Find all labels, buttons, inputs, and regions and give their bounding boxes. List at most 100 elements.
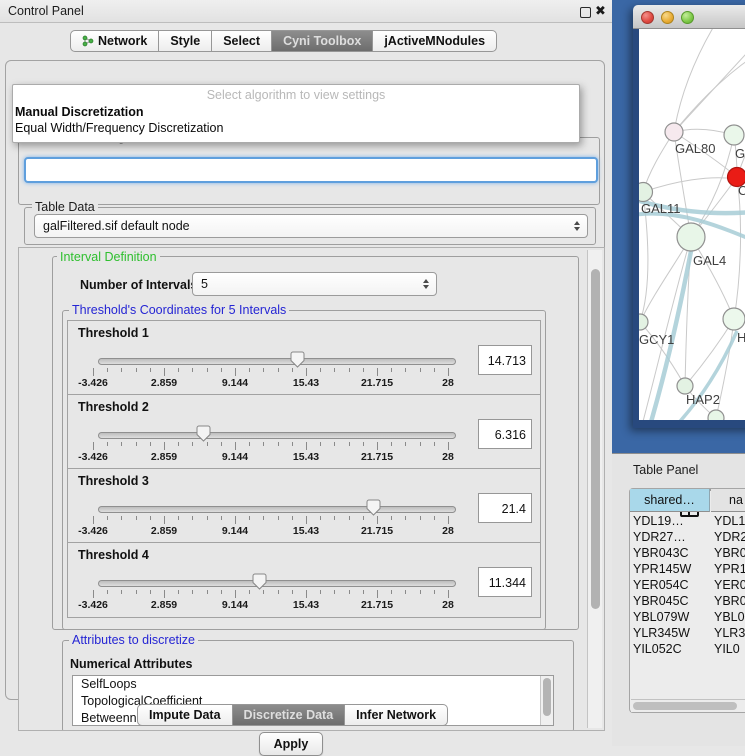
- node-gal4[interactable]: [677, 223, 705, 251]
- tab-label: Network: [98, 31, 147, 51]
- bottom-tab-bar: Impute Data Discretize Data Infer Networ…: [137, 704, 448, 726]
- tick-mark: [420, 368, 421, 372]
- threshold-value-field[interactable]: 14.713: [478, 345, 532, 375]
- combo-arrows-icon: [570, 221, 584, 231]
- tick-label: 2.859: [151, 377, 177, 389]
- tick-mark: [178, 368, 179, 372]
- table-data-combo[interactable]: galFiltered.sif default node: [34, 214, 588, 238]
- slider-track[interactable]: [98, 580, 456, 587]
- slider-track[interactable]: [98, 358, 456, 365]
- tick-mark: [150, 442, 151, 446]
- tab-jactivemnodules[interactable]: jActiveMNodules: [373, 30, 497, 52]
- network-graph: GAL80 GA C GAL11 GAL4 GCY1 H HAP2: [639, 29, 745, 420]
- tick-mark: [150, 368, 151, 372]
- attributes-group-label: Attributes to discretize: [69, 633, 198, 647]
- tick-mark: [164, 442, 165, 450]
- tick-mark: [391, 368, 392, 372]
- float-window-icon[interactable]: [580, 7, 591, 18]
- tick-mark: [221, 368, 222, 372]
- tick-mark: [320, 442, 321, 446]
- number-of-intervals-combo[interactable]: 5: [192, 272, 437, 296]
- node-label: HAP2: [686, 392, 720, 407]
- slider-thumb[interactable]: [366, 499, 381, 516]
- zoom-traffic-light-icon[interactable]: [681, 11, 694, 24]
- node-label: H: [737, 330, 745, 345]
- tick-mark: [448, 442, 449, 450]
- column-header-name[interactable]: na: [711, 489, 745, 491]
- tick-mark: [391, 516, 392, 520]
- apply-button[interactable]: Apply: [259, 732, 323, 756]
- slider-track[interactable]: [98, 432, 456, 439]
- tick-mark: [150, 590, 151, 594]
- menu-item-equal-width-frequency[interactable]: Equal Width/Frequency Discretization: [15, 121, 223, 135]
- threshold-value-field[interactable]: 11.344: [478, 567, 532, 597]
- tick-mark: [207, 516, 208, 520]
- tick-mark: [249, 516, 250, 520]
- tick-mark: [121, 368, 122, 372]
- node-label: GAL4: [693, 253, 726, 268]
- top-tab-bar: Network Style Select Cyni Toolbox jActiv…: [70, 30, 497, 52]
- node-gcy1[interactable]: [639, 314, 648, 330]
- tick-mark: [221, 442, 222, 446]
- tab-label: Style: [170, 31, 200, 51]
- vertical-scrollbar[interactable]: [587, 250, 602, 728]
- list-scrollbar[interactable]: [540, 676, 553, 725]
- tab-discretize-data[interactable]: Discretize Data: [233, 704, 346, 726]
- tick-label: 2.859: [151, 451, 177, 463]
- threshold-value-field[interactable]: 6.316: [478, 419, 532, 449]
- network-view-window[interactable]: GAL80 GA C GAL11 GAL4 GCY1 H HAP2: [633, 5, 745, 428]
- network-window-titlebar[interactable]: [633, 5, 745, 29]
- tab-impute-data[interactable]: Impute Data: [137, 704, 233, 726]
- tick-mark: [192, 516, 193, 520]
- tick-mark: [363, 368, 364, 372]
- tick-mark: [263, 368, 264, 372]
- number-of-intervals-value: 5: [193, 277, 419, 291]
- node-gal80[interactable]: [665, 123, 683, 141]
- list-item[interactable]: SelfLoops: [73, 676, 553, 693]
- column-header-shared[interactable]: shared…: [630, 489, 710, 491]
- slider-thumb[interactable]: [290, 351, 305, 368]
- tick-mark: [434, 442, 435, 446]
- tick-mark: [93, 368, 94, 376]
- threshold-value-field[interactable]: 21.4: [478, 493, 532, 523]
- threshold-row: Threshold 3 -3.4262.8599.14415.4321.7152…: [67, 468, 541, 544]
- tick-mark: [377, 516, 378, 524]
- node-bottom-partial[interactable]: [708, 410, 724, 420]
- tick-mark: [292, 368, 293, 372]
- algorithm-combo[interactable]: [24, 157, 598, 183]
- vertical-scrollbar-thumb[interactable]: [591, 269, 600, 609]
- tick-mark: [405, 590, 406, 594]
- tick-mark: [107, 516, 108, 520]
- tick-label: 15.43: [293, 377, 319, 389]
- tab-select[interactable]: Select: [212, 30, 272, 52]
- node-h[interactable]: [723, 308, 745, 330]
- node-top-right[interactable]: [724, 125, 744, 145]
- menu-item-manual-discretization[interactable]: Manual Discretization: [15, 105, 144, 119]
- tick-mark: [107, 442, 108, 446]
- tick-label: 21.715: [361, 525, 393, 537]
- slider-thumb[interactable]: [196, 425, 211, 442]
- close-traffic-light-icon[interactable]: [641, 11, 654, 24]
- cytoscape-desktop: GAL80 GA C GAL11 GAL4 GCY1 H HAP2: [612, 0, 745, 453]
- close-icon[interactable]: ✖: [595, 3, 606, 19]
- slider-thumb[interactable]: [252, 573, 267, 590]
- tab-network[interactable]: Network: [70, 30, 159, 52]
- panel-title: Control Panel: [8, 4, 84, 18]
- list-scrollbar-thumb[interactable]: [543, 678, 551, 716]
- tick-mark: [164, 590, 165, 598]
- tab-label: Discretize Data: [244, 705, 334, 725]
- tab-style[interactable]: Style: [159, 30, 212, 52]
- minimize-traffic-light-icon[interactable]: [661, 11, 674, 24]
- tick-mark: [448, 590, 449, 598]
- tick-mark: [278, 590, 279, 594]
- tick-mark: [278, 516, 279, 520]
- tab-cyni-toolbox[interactable]: Cyni Toolbox: [272, 30, 373, 52]
- network-canvas[interactable]: GAL80 GA C GAL11 GAL4 GCY1 H HAP2: [639, 29, 745, 420]
- tab-infer-network[interactable]: Infer Network: [345, 704, 448, 726]
- node-label: GAL11: [641, 201, 681, 216]
- network-view-frame: GAL80 GA C GAL11 GAL4 GCY1 H HAP2: [633, 29, 745, 428]
- tick-mark: [377, 442, 378, 450]
- node-gal11[interactable]: [639, 183, 653, 202]
- slider-track[interactable]: [98, 506, 456, 513]
- tick-mark: [334, 442, 335, 446]
